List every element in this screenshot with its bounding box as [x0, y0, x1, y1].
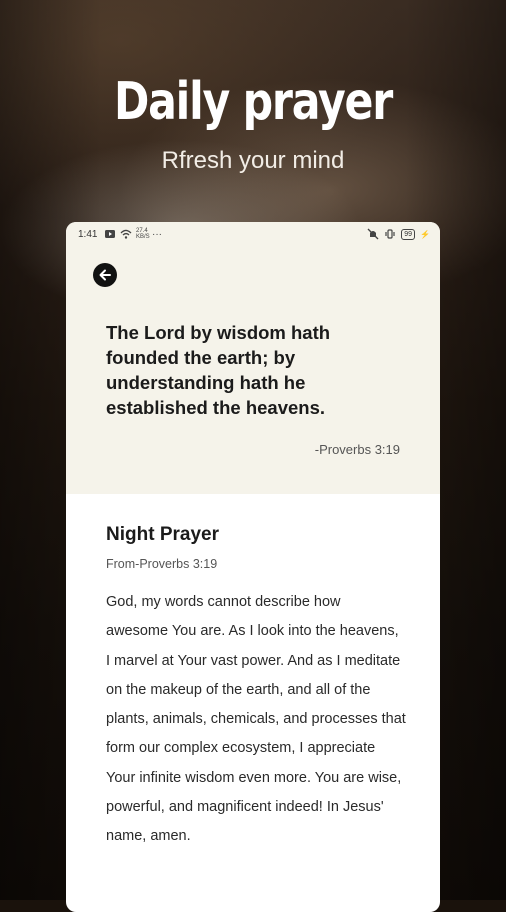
battery-icon: 99: [401, 228, 416, 240]
wifi-icon: [120, 229, 132, 239]
phone-screen: 1:41 27.4 KB/S ··· 99 ⚡ The Lord by wisdo…: [66, 222, 440, 912]
back-button[interactable]: [93, 263, 117, 287]
prayer-title: Night Prayer: [106, 524, 219, 545]
network-speed-icon: 27.4 KB/S: [136, 228, 150, 240]
vibrate-icon: [385, 229, 395, 239]
verse-panel: 1:41 27.4 KB/S ··· 99 ⚡ The Lord by wisdo…: [66, 222, 440, 494]
prayer-source: From-Proverbs 3:19: [106, 557, 218, 571]
prayer-body: God, my words cannot describe how awesom…: [106, 594, 406, 845]
arrow-left-icon: [99, 269, 111, 281]
more-notifications-icon: ···: [152, 228, 162, 240]
verse-text: The Lord by wisdom hath founded the eart…: [106, 322, 331, 418]
status-left-icons: 27.4 KB/S ···: [104, 228, 162, 240]
charging-icon: ⚡: [420, 229, 430, 239]
media-icon: [105, 230, 115, 238]
status-right-icons: 99 ⚡: [367, 228, 430, 240]
hero-title: Daily prayer: [113, 72, 393, 132]
verse-reference: -Proverbs 3:19: [314, 442, 400, 457]
status-time: 1:41: [78, 229, 98, 240]
hero-subtitle: Rfresh your mind: [161, 147, 345, 174]
status-bar: 1:41 27.4 KB/S ··· 99 ⚡: [66, 222, 440, 248]
mute-icon: [367, 228, 379, 240]
